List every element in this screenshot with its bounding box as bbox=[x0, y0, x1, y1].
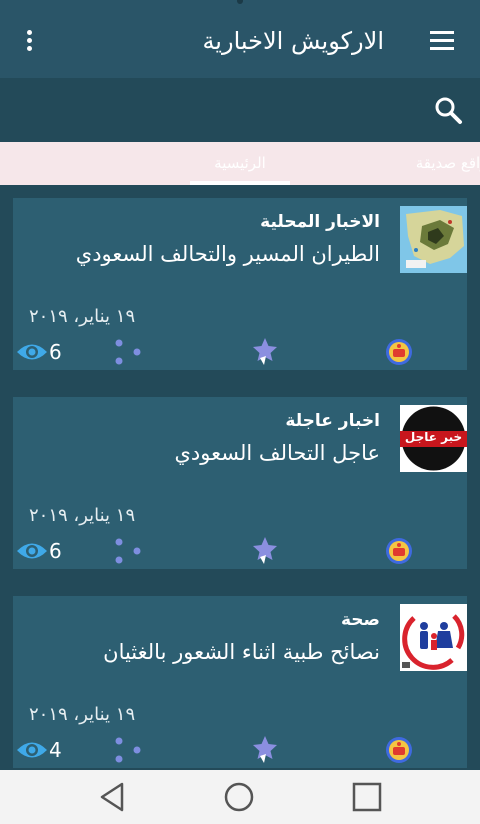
overflow-menu-button[interactable] bbox=[18, 26, 42, 56]
map-thumbnail bbox=[400, 206, 467, 273]
share-dots-icon bbox=[115, 339, 141, 365]
breaking-news-text: خبر عاجل bbox=[404, 430, 463, 444]
favorite-button[interactable] bbox=[251, 336, 279, 366]
family-health-thumbnail bbox=[400, 604, 467, 671]
search-bar bbox=[0, 78, 480, 142]
breaking-news-thumbnail: خبر عاجل bbox=[400, 405, 467, 472]
view-count: 4 bbox=[15, 738, 75, 762]
share-button[interactable] bbox=[113, 338, 147, 366]
home-circle-icon bbox=[224, 782, 254, 812]
article-category: الاخبار المحلية bbox=[260, 212, 380, 232]
article-category: صحة bbox=[341, 610, 380, 630]
search-button[interactable] bbox=[432, 94, 464, 126]
hamburger-menu-button[interactable] bbox=[425, 26, 459, 56]
tab-friend-sites[interactable]: مواقع صديقة bbox=[386, 152, 480, 174]
nav-home-button[interactable] bbox=[222, 780, 256, 814]
nav-recents-button[interactable] bbox=[350, 780, 384, 814]
favorite-button[interactable] bbox=[251, 734, 279, 764]
favorite-button[interactable] bbox=[251, 535, 279, 565]
app-badge-icon bbox=[385, 736, 413, 764]
app-title: الاركويش الاخبارية bbox=[202, 27, 384, 55]
hamburger-icon bbox=[430, 31, 454, 34]
article-date: ١٩ يناير، ٢٠١٩ bbox=[29, 505, 136, 526]
article-headline[interactable]: نصائح طبية اثناء الشعور بالغثيان bbox=[103, 640, 380, 664]
eye-icon bbox=[17, 742, 47, 758]
share-button[interactable] bbox=[113, 537, 147, 565]
app-bar: الاركويش الاخبارية bbox=[0, 0, 480, 78]
star-icon bbox=[253, 338, 277, 365]
article-headline[interactable]: عاجل التحالف السعودي bbox=[174, 441, 380, 465]
article-date: ١٩ يناير، ٢٠١٩ bbox=[29, 704, 136, 725]
eye-icon bbox=[17, 543, 47, 559]
status-notch bbox=[237, 0, 243, 4]
view-count: 6 bbox=[15, 539, 75, 563]
overflow-dots-icon bbox=[27, 30, 32, 35]
news-list[interactable]: الاخبار المحلية الطيران المسير والتحالف … bbox=[0, 185, 480, 770]
news-card[interactable]: صحة نصائح طبية اثناء الشعور بالغثيان ١٩ … bbox=[13, 596, 467, 768]
recents-square-icon bbox=[352, 782, 382, 812]
article-date: ١٩ يناير، ٢٠١٩ bbox=[29, 306, 136, 327]
view-count-value: 6 bbox=[49, 539, 62, 563]
app-badge-icon bbox=[385, 338, 413, 366]
back-triangle-icon bbox=[100, 782, 124, 812]
share-dots-icon bbox=[115, 538, 141, 564]
article-headline[interactable]: الطيران المسير والتحالف السعودي bbox=[76, 242, 380, 266]
eye-icon bbox=[17, 344, 47, 360]
news-card[interactable]: الاخبار المحلية الطيران المسير والتحالف … bbox=[13, 198, 467, 370]
star-icon bbox=[253, 736, 277, 763]
view-count-value: 4 bbox=[49, 738, 62, 762]
news-card[interactable]: خبر عاجل اخبار عاجلة عاجل التحالف السعود… bbox=[13, 397, 467, 569]
app-badge-icon bbox=[385, 537, 413, 565]
hamburger-line bbox=[430, 39, 454, 42]
view-count-value: 6 bbox=[49, 340, 62, 364]
tab-home[interactable]: الرئيسية bbox=[190, 152, 290, 174]
overflow-dot bbox=[27, 46, 32, 51]
nav-back-button[interactable] bbox=[96, 780, 130, 814]
search-icon bbox=[435, 97, 462, 124]
tab-bar: الرئيسية مواقع صديقة bbox=[0, 142, 480, 185]
share-button[interactable] bbox=[113, 736, 147, 764]
share-dots-icon bbox=[115, 737, 141, 763]
overflow-dot bbox=[27, 38, 32, 43]
view-count: 6 bbox=[15, 340, 75, 364]
article-category: اخبار عاجلة bbox=[285, 411, 380, 431]
star-icon bbox=[253, 537, 277, 564]
hamburger-line bbox=[430, 47, 454, 50]
